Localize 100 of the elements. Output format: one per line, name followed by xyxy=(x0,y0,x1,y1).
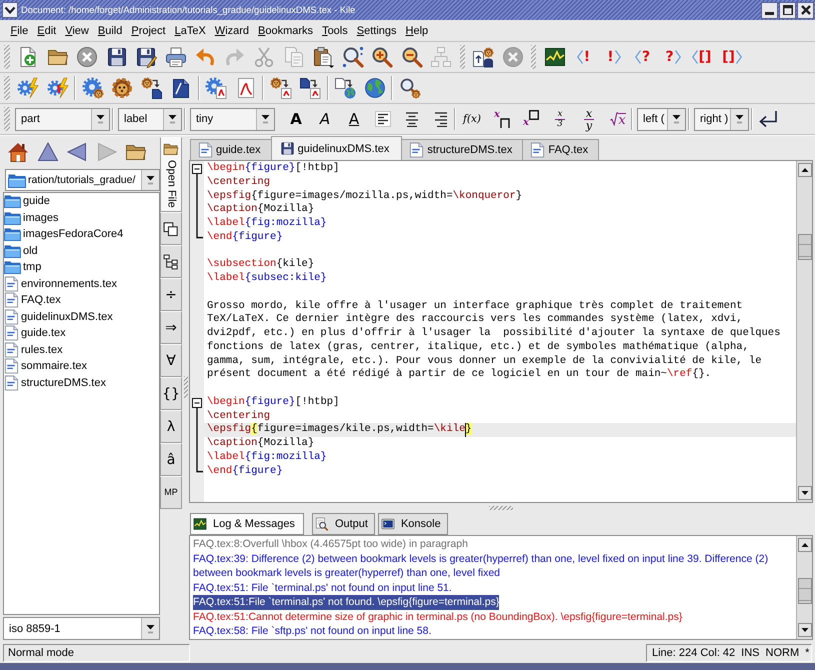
fraction-button[interactable]: x 3 xyxy=(549,108,571,130)
scrollbar[interactable] xyxy=(796,536,812,639)
document-arrow-page-icon[interactable] xyxy=(299,77,321,99)
log-message[interactable]: FAQ.tex:51: File `terminal.ps' not found on input line 51. xyxy=(193,580,452,595)
sidebar-tab[interactable]: ∀ xyxy=(160,344,182,377)
triangle-up-icon[interactable] xyxy=(36,141,58,163)
menu-item[interactable]: Edit xyxy=(32,20,61,40)
sidebar-tab[interactable] xyxy=(160,245,182,278)
dropdown[interactable]: right ) xyxy=(694,108,749,130)
scrollbar-thumb[interactable] xyxy=(798,578,812,604)
file-list-item[interactable]: FAQ.tex xyxy=(4,292,159,308)
toolbar-grip[interactable] xyxy=(4,107,10,131)
menu-item[interactable]: Tools xyxy=(318,20,352,40)
menu-item[interactable]: Settings xyxy=(352,20,402,40)
align-right-icon[interactable] xyxy=(433,111,449,127)
clipboard-icon[interactable] xyxy=(312,46,334,68)
splitter-grip[interactable] xyxy=(489,506,513,510)
scrollbar[interactable] xyxy=(796,161,812,502)
arrow-up-icon[interactable] xyxy=(798,163,812,177)
dropdown[interactable]: part xyxy=(15,108,110,130)
file-list-item[interactable]: imagesFedoraCore4 xyxy=(4,226,159,242)
file-list-item[interactable]: environnements.tex xyxy=(4,276,159,292)
sidebar-tab[interactable]: ⇒ xyxy=(160,311,182,344)
close-button[interactable] xyxy=(797,2,814,18)
floppy-pencil-icon[interactable] xyxy=(135,46,157,68)
house-icon[interactable] xyxy=(7,141,29,163)
editor-tab[interactable]: guide.tex xyxy=(190,139,272,160)
previous-marker-button[interactable]: [] xyxy=(691,46,713,68)
function-button[interactable]: f(x) xyxy=(460,108,484,130)
underline-button[interactable]: A xyxy=(343,108,365,130)
previous-marker-button[interactable]: ? xyxy=(632,46,654,68)
floppy-icon[interactable] xyxy=(106,46,128,68)
menu-item[interactable]: LaTeX xyxy=(170,20,210,40)
file-list-item[interactable]: guide.tex xyxy=(4,325,159,342)
file-list-item[interactable]: guidelinuxDMS.tex xyxy=(4,308,159,325)
maximize-button[interactable] xyxy=(779,2,796,18)
toolbar-grip[interactable] xyxy=(4,45,10,69)
globe-icon[interactable] xyxy=(364,77,386,99)
zoom-out-icon[interactable] xyxy=(400,46,422,68)
file-list-item[interactable]: guide xyxy=(4,193,159,210)
page-arrow-globe-icon[interactable] xyxy=(334,77,356,99)
file-list-item[interactable]: structureDMS.tex xyxy=(4,374,159,391)
editor-tab[interactable]: guidelinuxDMS.tex xyxy=(270,136,402,160)
document-icon[interactable] xyxy=(170,77,192,99)
panel-tab[interactable]: Konsole xyxy=(378,513,448,535)
square-root-button[interactable]: x xyxy=(607,108,629,130)
panel-tab[interactable]: Log & Messages xyxy=(190,513,304,535)
printer-icon[interactable] xyxy=(164,46,186,68)
minimize-button[interactable] xyxy=(761,2,778,18)
gear-lightning-icon[interactable] xyxy=(17,77,39,99)
search-icon[interactable] xyxy=(342,46,364,68)
lion-arrow-document-icon[interactable] xyxy=(140,77,162,99)
path-dropdown[interactable]: ration/tutorials_gradue/ xyxy=(5,169,160,191)
menu-item[interactable]: Wizard xyxy=(210,20,254,40)
dropdown[interactable]: tiny xyxy=(190,108,275,130)
file-list-item[interactable]: old xyxy=(4,242,159,259)
arrow-down-icon[interactable] xyxy=(798,623,812,637)
lion-icon[interactable] xyxy=(111,77,133,99)
file-list-item[interactable]: rules.tex xyxy=(4,342,159,358)
menu-item[interactable]: View xyxy=(60,20,94,40)
gear-lightning-icon[interactable] xyxy=(46,77,68,99)
sidebar-tab[interactable]: â xyxy=(160,443,182,476)
close-icon[interactable] xyxy=(76,46,98,68)
window-menu-button[interactable] xyxy=(2,2,18,18)
zoom-in-icon[interactable] xyxy=(371,46,393,68)
next-marker-button[interactable]: [] xyxy=(720,46,742,68)
menu-item[interactable]: Help xyxy=(401,20,433,40)
arrow-down-icon[interactable] xyxy=(798,486,812,500)
sidebar-tab[interactable]: MP xyxy=(160,476,182,509)
triangle-left-icon[interactable] xyxy=(66,141,88,163)
align-left-icon[interactable] xyxy=(375,111,391,127)
panel-tab[interactable]: Output xyxy=(312,513,375,535)
sidebar-tab[interactable] xyxy=(160,212,182,245)
log-message[interactable]: FAQ.tex:39: Difference (2) between bookmark levels is greater(hyperref) than one, level fixed on input line 39. Difference (2) between bookmark levels is greater(hyperref) than one, level fixed xyxy=(193,552,796,580)
arrow-up-icon[interactable] xyxy=(798,538,812,552)
magnifier-lion-icon[interactable] xyxy=(398,77,420,99)
menu-item[interactable]: File xyxy=(6,20,33,40)
sidebar-tab[interactable]: λ xyxy=(160,410,182,443)
dropdown[interactable]: label xyxy=(118,108,182,130)
superscript-button[interactable]: x xyxy=(520,108,542,130)
chart-icon[interactable] xyxy=(544,46,566,68)
log-message[interactable]: FAQ.tex:51:Cannot determine size of graphic in terminal.ps (no BoundingBox). \epsfig{figure=terminal.ps} xyxy=(193,610,682,624)
splitter-grip[interactable] xyxy=(184,376,188,398)
file-list-item[interactable]: tmp xyxy=(4,259,159,276)
bold-button[interactable]: A xyxy=(285,108,307,130)
return-arrow-icon[interactable] xyxy=(757,108,779,130)
file-list-item[interactable]: sommaire.tex xyxy=(4,358,159,374)
dropdown[interactable]: left ( xyxy=(637,108,686,130)
log-message[interactable]: FAQ.tex:8:Overfull \hbox (4.46575pt too wide) in paragraph xyxy=(193,537,468,552)
log-message[interactable]: FAQ.tex:51:File `terminal.ps' not found. \epsfig{figure=terminal.ps} xyxy=(193,595,500,610)
next-marker-button[interactable]: ? xyxy=(662,46,684,68)
sidebar-tab[interactable]: ÷ xyxy=(160,278,182,311)
align-center-icon[interactable] xyxy=(404,111,420,127)
encoding-dropdown[interactable]: iso 8859-1 xyxy=(3,617,160,640)
gear-page-icon[interactable] xyxy=(205,77,227,99)
previous-marker-button[interactable]: ! xyxy=(573,46,595,68)
next-marker-button[interactable]: ! xyxy=(602,46,624,68)
file-list-item[interactable]: images xyxy=(4,210,159,226)
lion-arrow-page-icon[interactable] xyxy=(270,77,292,99)
menu-item[interactable]: Build xyxy=(93,20,127,40)
